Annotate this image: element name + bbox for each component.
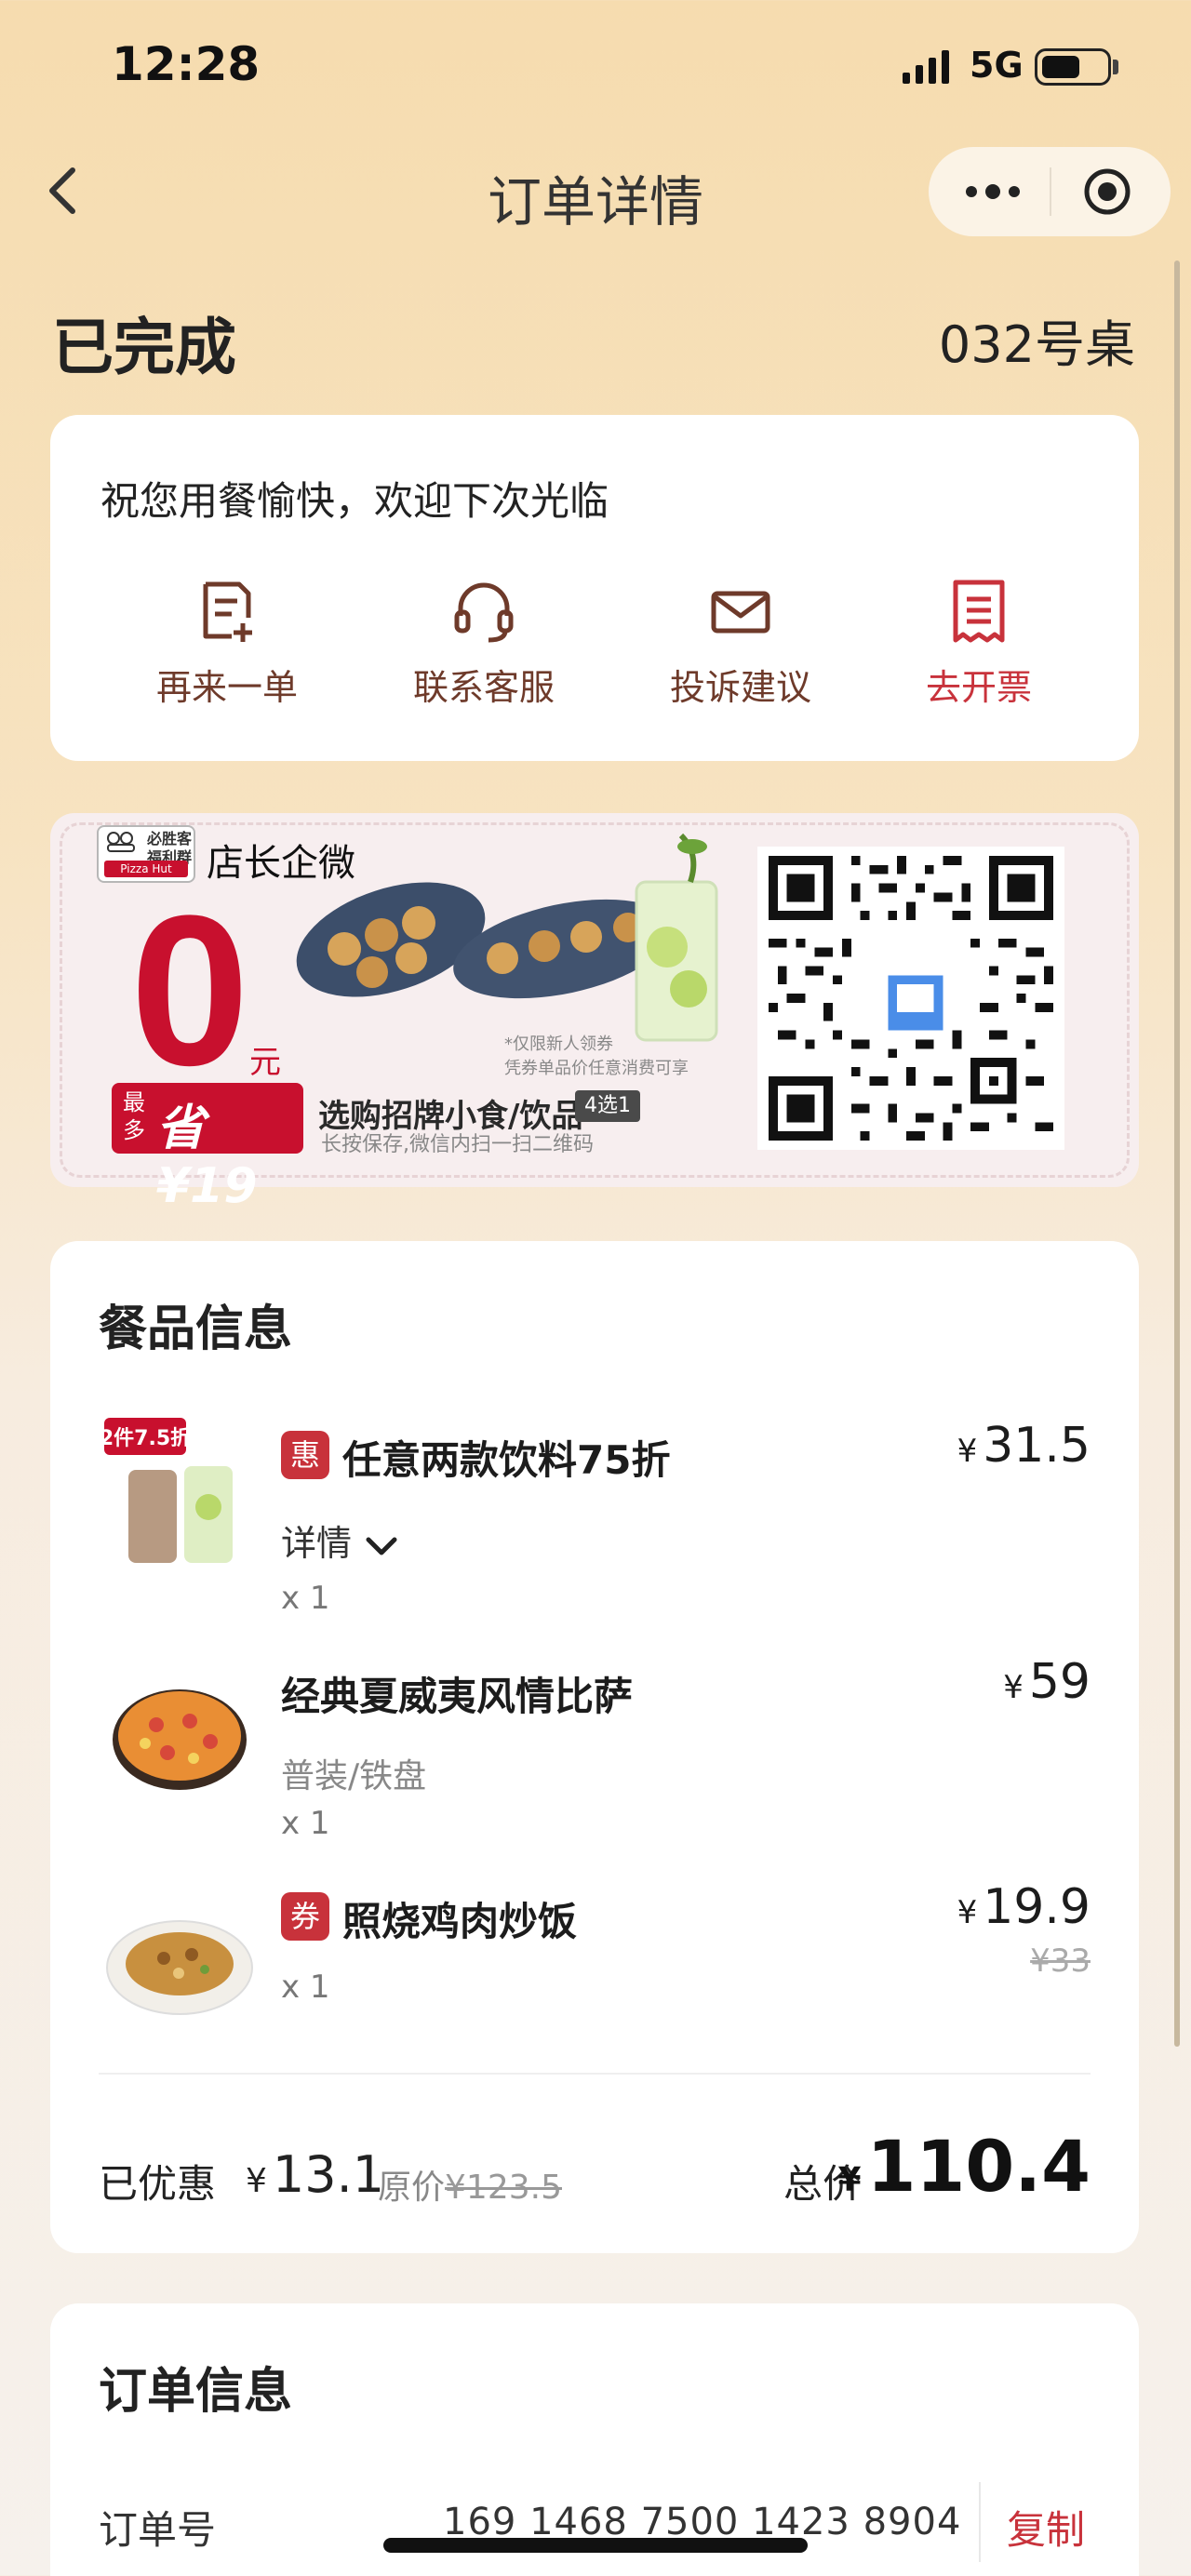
original-price-value: ¥123.5 [445,2169,562,2207]
invoice-label: 去开票 [925,667,1032,708]
original-price: 原价¥123.5 [378,2160,562,2209]
discount-tag: 惠 [281,1431,329,1479]
total-value: ¥110.4 [838,2125,1091,2208]
chevron-down-icon [366,1537,397,1555]
promo-small-text: 长按保存,微信内扫一扫二维码 [321,1133,594,1156]
item-price-pizza: ¥59 [1003,1654,1091,1710]
item-name-drinks: 任意两款饮料75折 [342,1437,671,1483]
promo-tag: 4选1 [575,1090,640,1122]
order-number-label: 订单号 [99,2507,217,2553]
drinks-thumb-label: 2件7.5折 [100,1427,191,1450]
complaint-label: 投诉建议 [669,667,811,708]
greeting-text: 祝您用餐愉快，欢迎下次光临 [100,478,609,524]
total-currency: ¥ [837,2161,862,2199]
food-section-title: 餐品信息 [99,1301,293,1357]
more-icon[interactable] [960,164,1025,220]
discount-amount: 13.1 [272,2145,385,2204]
item-qty-rice: x 1 [281,1969,330,2006]
invoice-button[interactable]: 去开票 [877,577,1081,710]
reorder-label: 再来一单 [155,667,298,708]
close-miniprogram-icon[interactable] [1079,164,1135,220]
order-section-title: 订单信息 [99,2364,293,2420]
battery-tip [1113,60,1118,74]
discount-value: ¥13.1 [246,2145,384,2204]
promo-unit: 元 [249,1044,281,1081]
divider [99,2073,1091,2075]
contact-service-label: 联系客服 [412,667,555,708]
drink-image [635,833,718,1042]
item-spec-pizza: 普装/铁盘 [281,1757,427,1795]
save-small: 最多 [123,1089,145,1143]
item-old-price-rice: ¥33 [1030,1942,1091,1980]
item-price-currency: ¥ [1003,1669,1024,1706]
pizza-hut-logo-icon [107,832,135,852]
details-toggle[interactable]: 详情 [281,1515,400,1566]
promo-big-number: 0 [130,871,249,1110]
drinks-thumbnail: 2件7.5折 [100,1418,233,1563]
order-status: 已完成 [52,312,236,383]
item-price-value: 31.5 [983,1418,1091,1474]
coupon-tag: 券 [281,1892,329,1941]
pizza-thumbnail [113,1689,247,1790]
item-name-rice: 照烧鸡肉炒饭 [342,1899,578,1944]
reorder-icon [203,581,252,642]
status-time: 12:28 [112,37,261,91]
table-number: 032号桌 [938,315,1135,374]
fried-rice-thumbnail [106,1920,253,2015]
details-label: 详情 [281,1523,353,1564]
original-price-label: 原价 [378,2169,446,2207]
battery-icon [1035,48,1111,86]
invoice-icon [953,580,1005,643]
discount-currency: ¥ [246,2162,267,2200]
item-price-rice: ¥19.9 [957,1879,1091,1935]
save-big: 省¥19 [156,1101,258,1214]
item-price-drinks: ¥31.5 [957,1418,1091,1474]
capsule-divider [1050,167,1051,216]
copy-button[interactable]: 复制 [1007,2499,1085,2556]
item-qty-pizza: x 1 [281,1805,330,1842]
contact-service-button[interactable]: 联系客服 [381,577,586,710]
total-amount: 110.4 [866,2125,1091,2208]
qr-code-icon[interactable] [767,856,1055,1141]
reorder-button[interactable]: 再来一单 [125,577,329,710]
complaint-button[interactable]: 投诉建议 [638,577,843,710]
save-badge: 最多 省¥19 [112,1083,303,1214]
item-name-pizza: 经典夏威夷风情比萨 [281,1674,634,1719]
item-price-value: 59 [1028,1654,1091,1710]
copy-divider [979,2482,981,2562]
discount-label: 已优惠 [99,2161,217,2207]
signal-icon [903,50,949,84]
mail-icon [711,591,770,634]
promo-note-line2: 凭券单品价任意消费可享 [504,1059,689,1078]
headset-icon [454,582,514,643]
network-type: 5G [970,45,1024,86]
scrollbar[interactable] [1174,260,1180,2047]
home-indicator [383,2538,808,2553]
item-price-currency: ¥ [957,1433,978,1470]
item-price-currency: ¥ [957,1894,978,1931]
item-qty-drinks: x 1 [281,1580,330,1617]
item-price-value: 19.9 [983,1879,1091,1935]
